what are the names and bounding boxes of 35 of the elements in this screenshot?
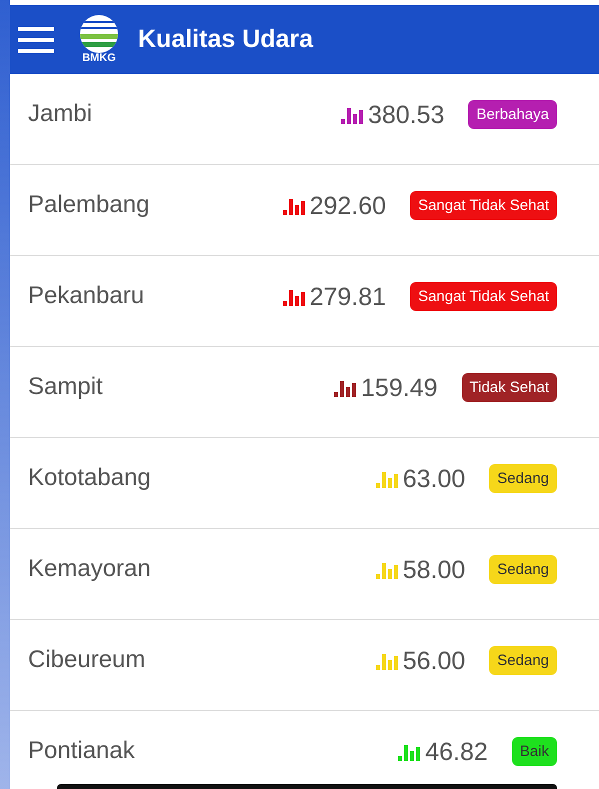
bar-chart-icon: [340, 106, 363, 124]
aqi-value: 63.00: [402, 464, 466, 494]
aqi-value: 279.81: [310, 282, 386, 312]
station-name: Pekanbaru: [28, 282, 146, 310]
bar-chart-icon: [376, 470, 398, 488]
aqi-value: 56.00: [402, 646, 466, 676]
logo-text: BMKG: [82, 53, 116, 64]
aqi-value: 159.49: [361, 374, 438, 402]
station-name: Pontianak: [28, 737, 136, 765]
aqi-value: 46.82: [425, 738, 488, 766]
status-label: Sangat Tidak Sehat: [410, 190, 557, 220]
status-label: Sangat Tidak Sehat: [410, 282, 557, 310]
menu-icon[interactable]: [18, 26, 54, 52]
station-name: Jambi: [28, 100, 94, 128]
aqi-value: 380.53: [368, 100, 444, 130]
status-label: Sedang: [489, 554, 557, 584]
station-name: Sampit: [28, 373, 104, 401]
status-label: Berbahaya: [468, 100, 557, 128]
bar-chart-icon: [334, 379, 356, 397]
status-label: Sedang: [489, 646, 557, 674]
bar-chart-icon: [282, 197, 305, 215]
status-label: Sedang: [489, 464, 557, 492]
bar-chart-icon: [376, 561, 398, 579]
aqi-value: 58.00: [402, 556, 466, 584]
aqi-value: 292.60: [310, 192, 386, 220]
status-label: Tidak Sehat: [462, 372, 557, 402]
station-name: Cibeureum: [28, 646, 146, 674]
station-name: Kemayoran: [28, 555, 152, 583]
bar-chart-icon: [376, 652, 398, 670]
bar-chart-icon: [282, 288, 305, 306]
status-label: Baik: [512, 736, 557, 766]
station-name: Palembang: [28, 191, 150, 219]
station-name: Kototabang: [28, 464, 152, 492]
bar-chart-icon: [398, 743, 420, 761]
app-title: Kualitas Udara: [138, 25, 314, 54]
